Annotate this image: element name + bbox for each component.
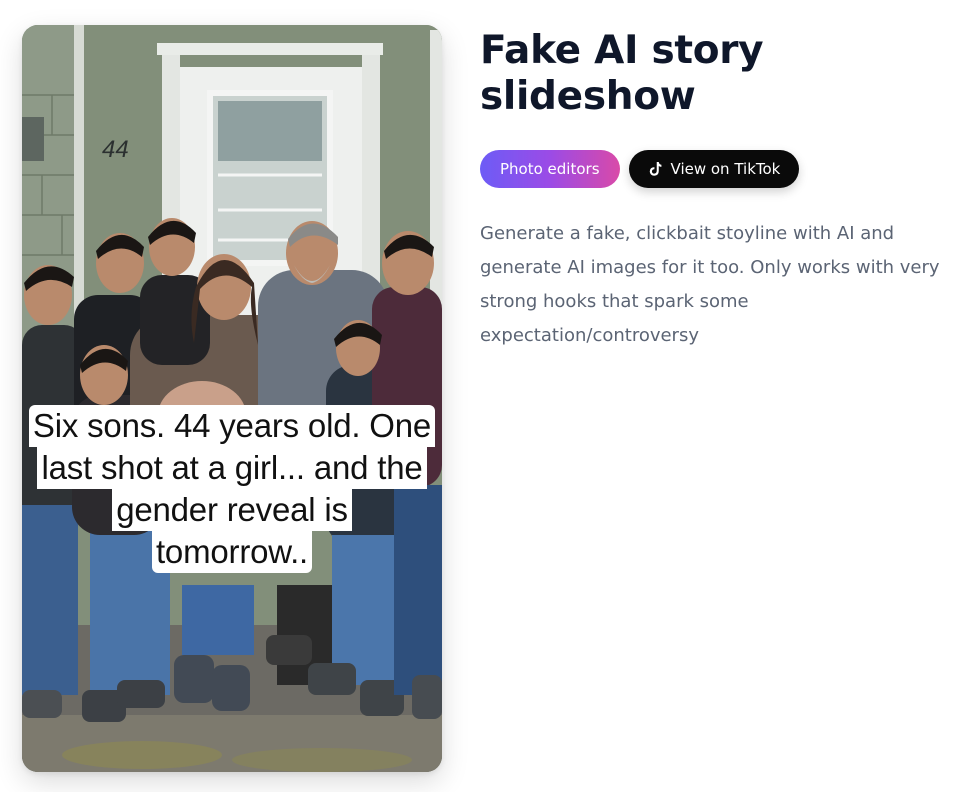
- caption-line-3: gender reveal is: [112, 489, 352, 531]
- view-on-tiktok-label: View on TikTok: [670, 160, 781, 178]
- tiktok-icon: [649, 162, 661, 176]
- caption-line-1: Six sons. 44 years old. One: [28, 405, 436, 447]
- slide-caption: Six sons. 44 years old. One last shot at…: [22, 405, 442, 573]
- photo-editors-label: Photo editors: [500, 160, 600, 178]
- view-on-tiktok-button[interactable]: View on TikTok: [628, 150, 800, 188]
- caption-line-2: last shot at a girl... and the: [37, 447, 427, 489]
- page: 44 Six sons. 44 years old. One last shot…: [0, 0, 960, 792]
- house-number-text: 44: [102, 136, 129, 163]
- slideshow-preview-card[interactable]: 44 Six sons. 44 years old. One last shot…: [22, 25, 442, 772]
- caption-line-4: tomorrow..: [151, 531, 313, 573]
- family-photo: 44: [22, 25, 442, 772]
- page-title: Fake AI story slideshow: [480, 28, 764, 119]
- description-text: Generate a fake, clickbait stoyline with…: [480, 223, 940, 346]
- tag-row: Photo editors View on TikTok: [480, 150, 800, 188]
- photo-editors-tag[interactable]: Photo editors: [480, 150, 620, 188]
